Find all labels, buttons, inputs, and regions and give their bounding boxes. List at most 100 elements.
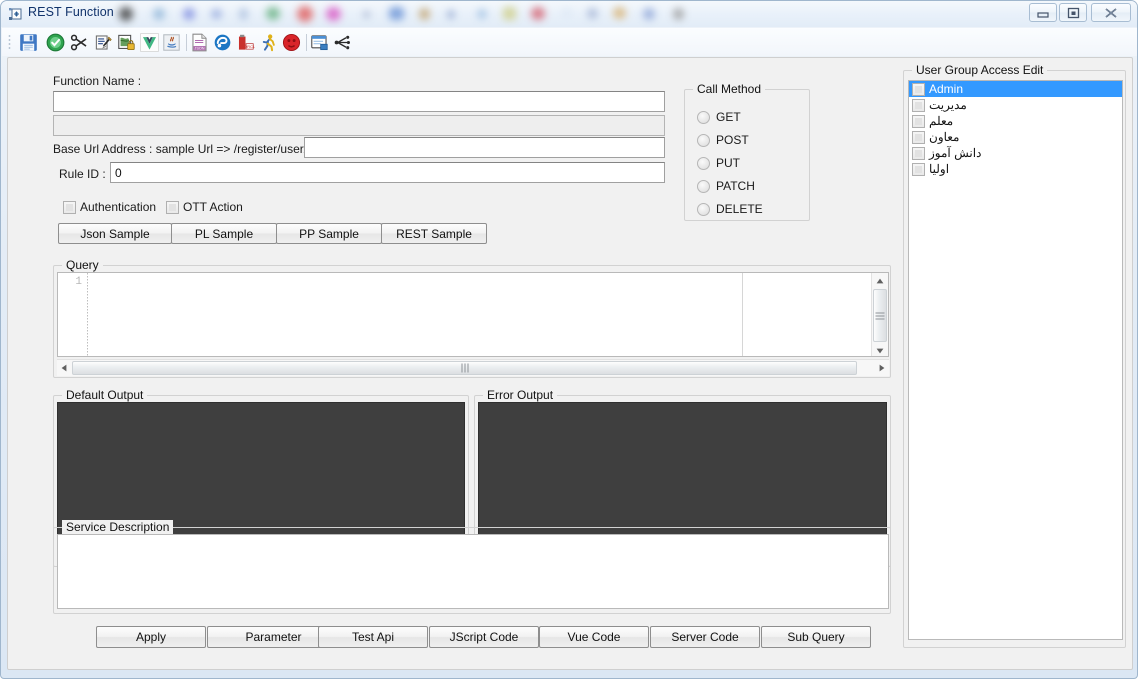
- query-vertical-scrollbar[interactable]: [871, 273, 888, 356]
- java-icon[interactable]: [162, 33, 181, 52]
- user-group-label: دانش آموز: [929, 146, 982, 160]
- vue-code-button[interactable]: Vue Code: [539, 626, 649, 648]
- query-hscroll-thumb[interactable]: [72, 361, 857, 375]
- user-group-row-daneshamooz[interactable]: دانش آموز: [909, 145, 1122, 161]
- query-gutter: 1: [58, 273, 86, 356]
- close-icon: [1105, 7, 1117, 18]
- authentication-label: Authentication: [80, 200, 157, 214]
- user-group-checkbox[interactable]: [912, 146, 925, 160]
- scroll-thumb-grip: [875, 312, 885, 319]
- scroll-up-button[interactable]: [872, 273, 888, 288]
- user-group-checkbox[interactable]: [912, 82, 925, 96]
- user-group-row-moaven[interactable]: معاون: [909, 129, 1122, 145]
- user-group-row-modiriat[interactable]: مدیریت: [909, 97, 1122, 113]
- run-person-icon[interactable]: [259, 33, 278, 52]
- user-group-label: Admin: [929, 82, 964, 96]
- svg-text:ORCL: ORCL: [244, 44, 255, 49]
- hscroll-thumb-grip: [461, 363, 468, 373]
- pp-sample-button[interactable]: PP Sample: [276, 223, 382, 244]
- base-url-label: Base Url Address : sample Url => /regist…: [53, 142, 308, 156]
- oracle-icon[interactable]: ORCL: [236, 33, 255, 52]
- title-bar[interactable]: REST Function: [1, 1, 1137, 27]
- test-api-button[interactable]: Test Api: [318, 626, 428, 648]
- radio-patch[interactable]: [697, 180, 710, 193]
- rest-sample-button[interactable]: REST Sample: [381, 223, 487, 244]
- authentication-checkbox[interactable]: [63, 201, 76, 214]
- function-name-input[interactable]: [53, 91, 665, 112]
- service-description-group: Service Description: [53, 520, 891, 614]
- user-group-label: معاون: [929, 130, 960, 144]
- service-description-input[interactable]: [57, 534, 889, 609]
- chevron-down-icon: [876, 348, 884, 353]
- jscript-code-button[interactable]: JScript Code: [429, 626, 539, 648]
- user-group-checkbox[interactable]: [912, 162, 925, 176]
- base-url-input[interactable]: [304, 137, 665, 158]
- scroll-down-button[interactable]: [872, 343, 888, 356]
- json-sample-button[interactable]: Json Sample: [58, 223, 172, 244]
- radio-delete-label: DELETE: [716, 202, 763, 216]
- rule-id-input[interactable]: [110, 162, 665, 183]
- service-description-title: Service Description: [62, 520, 174, 534]
- user-group-checkbox[interactable]: [912, 98, 925, 112]
- apply-button[interactable]: Apply: [96, 626, 206, 648]
- query-line-number: 1: [75, 276, 82, 288]
- database-blue-icon[interactable]: [213, 33, 232, 52]
- sub-query-nodes-icon[interactable]: [333, 33, 352, 52]
- server-code-button[interactable]: Server Code: [650, 626, 760, 648]
- query-horizontal-scrollbar[interactable]: [57, 359, 889, 376]
- client-area: Function Name : Base Url Address : sampl…: [7, 57, 1133, 670]
- chevron-left-icon: [61, 364, 67, 372]
- user-group-list[interactable]: Admin مدیریت معلم معاون دانش آموز اولیا: [908, 80, 1123, 640]
- query-column-divider: [742, 273, 743, 356]
- edit-script-icon[interactable]: [94, 33, 113, 52]
- window-preview-icon[interactable]: [310, 33, 329, 52]
- restore-button[interactable]: [1059, 3, 1087, 22]
- rule-id-label: Rule ID :: [59, 167, 106, 181]
- user-group-checkbox[interactable]: [912, 114, 925, 128]
- user-group-row-olia[interactable]: اولیا: [909, 161, 1122, 177]
- stop-error-icon[interactable]: [282, 33, 301, 52]
- check-ok-icon[interactable]: [46, 33, 65, 52]
- query-vscroll-thumb[interactable]: [873, 289, 887, 342]
- ott-action-checkbox[interactable]: [166, 201, 179, 214]
- radio-get-label: GET: [716, 110, 741, 124]
- save-icon[interactable]: [19, 33, 38, 52]
- radio-post[interactable]: [697, 134, 710, 147]
- radio-put[interactable]: [697, 157, 710, 170]
- form-plugin-icon: [9, 8, 22, 20]
- close-button[interactable]: [1091, 3, 1131, 22]
- chevron-right-icon: [879, 364, 885, 372]
- title-bar-blurred-icons: [111, 2, 684, 26]
- user-group-access-title: User Group Access Edit: [912, 63, 1048, 77]
- main-toolbar[interactable]: JSON ORCL: [2, 28, 1137, 56]
- ott-action-label: OTT Action: [183, 200, 243, 214]
- user-group-checkbox[interactable]: [912, 130, 925, 144]
- window-title: REST Function: [28, 5, 114, 19]
- sql-lock-icon[interactable]: [117, 33, 136, 52]
- radio-delete[interactable]: [697, 203, 710, 216]
- minimize-icon: [1037, 11, 1049, 18]
- error-output-title: Error Output: [483, 388, 558, 402]
- pl-sample-button[interactable]: PL Sample: [171, 223, 277, 244]
- user-group-label: معلم: [929, 114, 954, 128]
- user-group-label: اولیا: [929, 162, 950, 176]
- default-output-title: Default Output: [62, 388, 148, 402]
- call-method-title: Call Method: [693, 82, 766, 96]
- user-group-row-admin[interactable]: Admin: [909, 81, 1122, 97]
- cut-scissors-icon[interactable]: [70, 33, 89, 52]
- user-group-row-moalem[interactable]: معلم: [909, 113, 1122, 129]
- minimize-button[interactable]: [1029, 3, 1057, 22]
- sub-query-button[interactable]: Sub Query: [761, 626, 871, 648]
- scroll-right-button[interactable]: [875, 360, 889, 376]
- vue-icon[interactable]: [140, 33, 159, 52]
- scroll-left-button[interactable]: [57, 360, 71, 376]
- user-group-access-group: User Group Access Edit Admin مدیریت معلم: [903, 63, 1126, 648]
- svg-text:JSON: JSON: [194, 47, 204, 51]
- query-editor[interactable]: 1: [57, 272, 889, 357]
- radio-put-label: PUT: [716, 156, 740, 170]
- json-file-icon[interactable]: JSON: [190, 33, 209, 52]
- radio-get[interactable]: [697, 111, 710, 124]
- application-window: REST Function JSON ORCL Function Name: …: [0, 0, 1138, 679]
- toolbar-grip[interactable]: [8, 34, 11, 50]
- query-group: Query 1: [53, 258, 891, 378]
